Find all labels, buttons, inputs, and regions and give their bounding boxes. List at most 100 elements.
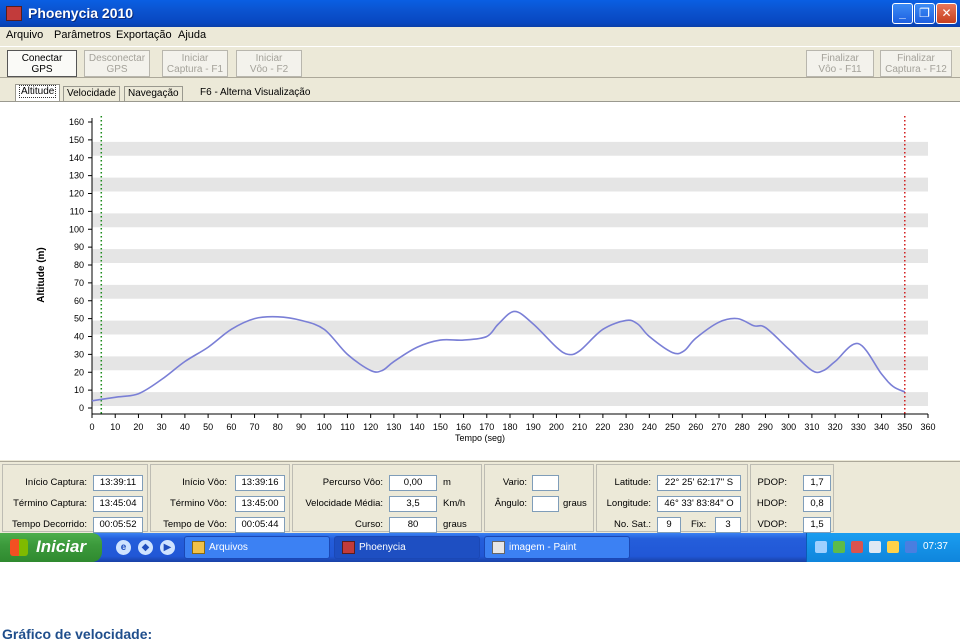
angle-unit: graus [563,498,587,509]
title-bar: Phoenycia 2010 _ ❐ ✕ [0,0,960,27]
y-tick-label: 160 [69,117,84,127]
flight-group: Início Vôo: 13:39:16 Término Vôo: 13:45:… [150,464,290,533]
capture-group: Início Captura: 13:39:11 Término Captura… [2,464,148,533]
y-tick-label: 140 [69,153,84,163]
route-group: Percurso Vôo: 0,00 m Velocidade Média: 3… [292,464,482,533]
grid-band [92,141,928,156]
button-label: Vôo - F2 [249,64,289,75]
close-button[interactable]: ✕ [936,3,957,24]
vario-group: Vario: Ângulo: graus [484,464,594,532]
task-label: Phoenycia [359,542,406,553]
task-arquivos[interactable]: Arquivos [184,536,330,559]
x-tick-label: 230 [619,422,634,432]
angle-label: Ângulo: [494,498,527,509]
maximize-button[interactable]: ❐ [914,3,935,24]
button-label: GPS [31,64,53,75]
y-tick-label: 20 [74,367,84,377]
x-tick-label: 70 [250,422,260,432]
tab-altitude[interactable]: Altitude [15,84,61,102]
position-group: Latitude: 22° 25' 62:17" S Longitude: 46… [596,464,748,533]
elapsed-field: 00:05:52 [93,517,143,533]
minimize-button[interactable]: _ [892,3,913,24]
flight-time-field: 00:05:44 [235,517,285,533]
menu-parametros[interactable]: Parâmetros [54,29,111,41]
fix-label: Fix: [691,519,707,530]
x-tick-label: 350 [897,422,912,432]
connect-gps-button[interactable]: Conectar GPS [7,50,77,77]
start-button[interactable]: Iniciar [0,533,102,562]
folder-icon [192,541,205,554]
x-tick-label: 40 [180,422,190,432]
menu-ajuda[interactable]: Ajuda [178,29,206,41]
end-flight-button[interactable]: Finalizar Vôo - F11 [806,50,874,77]
x-tick-label: 90 [296,422,306,432]
x-tick-label: 140 [410,422,425,432]
tab-label: Altitude [19,85,57,98]
fix-field: 3 [715,517,741,533]
start-capture-button[interactable]: Iniciar Captura - F1 [162,50,228,77]
tab-velocidade[interactable]: Velocidade [63,86,120,101]
y-tick-label: 50 [74,314,84,324]
ie-icon[interactable]: e [116,540,131,555]
tab-label: Velocidade [67,88,116,99]
hdop-label: HDOP: [756,498,787,509]
button-label: Iniciar [255,53,283,64]
network-icon[interactable] [815,541,827,553]
caption-text: Gráfico de velocidade: [2,626,153,642]
x-axis-label: Tempo (seg) [455,433,505,443]
desktop-icon[interactable]: ◆ [138,540,153,555]
x-tick-label: 340 [874,422,889,432]
grid-band [92,177,928,192]
tab-navegacao[interactable]: Navegação [124,86,183,101]
end-capture-button[interactable]: Finalizar Captura - F12 [880,50,952,77]
y-tick-label: 10 [74,385,84,395]
disconnect-gps-button[interactable]: Desconectar GPS [84,50,150,77]
chart-area: 0 10 20 30 40 50 60 70 80 90 100 110 120 130 140 150 160… [0,101,960,460]
x-tick-label: 330 [851,422,866,432]
media-player-icon[interactable]: ▶ [160,540,175,555]
x-tick-label: 10 [110,422,120,432]
route-unit: m [443,477,451,488]
end-flight-field: 13:45:00 [235,496,285,512]
button-label: Iniciar [181,53,209,64]
menu-arquivo[interactable]: Arquivo [6,29,43,41]
tab-strip: Altitude Velocidade Navegação F6 - Alter… [0,82,960,102]
y-tick-label: 60 [74,296,84,306]
task-phoenycia[interactable]: Phoenycia [334,536,480,559]
task-paint[interactable]: imagem - Paint [484,536,630,559]
task-label: Arquivos [209,542,248,553]
bluetooth-icon[interactable] [887,541,899,553]
x-tick-label: 240 [642,422,657,432]
x-tick-label: 270 [711,422,726,432]
x-tick-label: 130 [386,422,401,432]
grid-band [92,320,928,335]
end-capture-field: 13:45:04 [93,496,143,512]
angle-field [532,496,559,512]
y-tick-label: 120 [69,189,84,199]
satellites-label: No. Sat.: [614,519,651,530]
y-tick-label: 80 [74,260,84,270]
button-label: Finalizar [821,53,859,64]
volume-icon[interactable] [869,541,881,553]
hdop-field: 0,8 [803,496,831,512]
x-tick-label: 260 [688,422,703,432]
y-tick-label: 70 [74,278,84,288]
x-tick-label: 300 [781,422,796,432]
menu-bar: Arquivo Parâmetros Exportação Ajuda [0,27,960,45]
start-flight-button[interactable]: Iniciar Vôo - F2 [236,50,302,77]
avg-speed-unit: Km/h [443,498,466,509]
security-icon[interactable] [851,541,863,553]
menu-exportacao[interactable]: Exportação [116,29,172,41]
start-capture-label: Início Captura: [25,477,87,488]
x-tick-label: 210 [572,422,587,432]
x-tick-label: 120 [363,422,378,432]
x-tick-label: 220 [595,422,610,432]
grid-band [92,213,928,228]
update-icon[interactable] [833,541,845,553]
x-tick-label: 190 [526,422,541,432]
app-window: Phoenycia 2010 _ ❐ ✕ Arquivo Parâmetros … [0,0,960,562]
button-label: GPS [106,64,128,75]
window-title: Phoenycia 2010 [28,5,134,21]
usb-icon[interactable] [905,541,917,553]
start-flight-field: 13:39:16 [235,475,285,491]
